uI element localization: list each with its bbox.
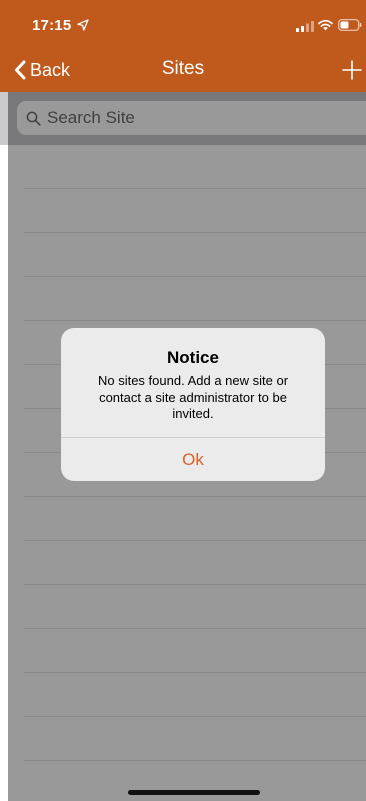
status-time: 17:15 [32, 17, 72, 34]
location-arrow-icon [77, 19, 89, 31]
sites-screen: 17:15 Back Sites Search Site Notice No s… [0, 0, 366, 801]
plus-icon[interactable] [342, 60, 362, 80]
alert-message: No sites found. Add a new site or contac… [97, 373, 289, 421]
notice-alert-dialog: Notice No sites found. Add a new site or… [61, 328, 325, 481]
page-title: Sites [161, 58, 205, 79]
alert-title: Notice [167, 348, 219, 367]
app-header: 17:15 Back Sites [0, 0, 366, 92]
home-indicator[interactable] [128, 790, 260, 795]
navigation-bar: Back Sites [0, 48, 366, 92]
battery-icon [338, 19, 362, 31]
status-bar: 17:15 [0, 0, 366, 46]
ok-button[interactable]: Ok [61, 438, 325, 481]
signal-icon [296, 21, 314, 32]
wifi-icon [318, 19, 333, 31]
